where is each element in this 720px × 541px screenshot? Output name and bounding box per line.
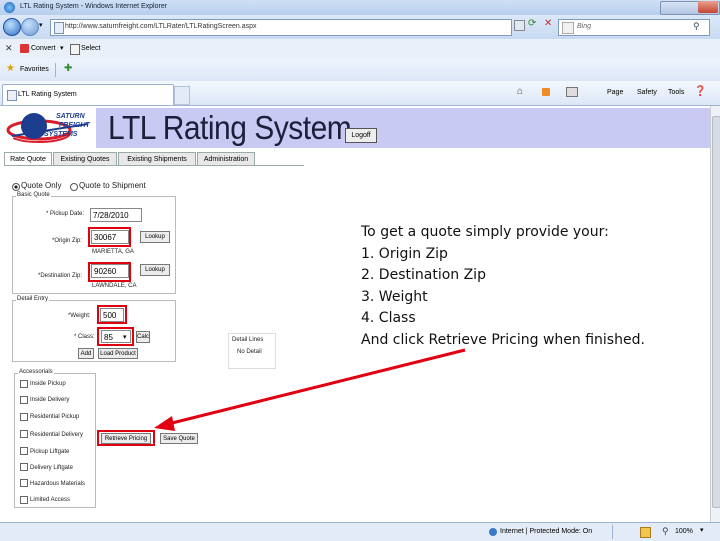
instruction-line: 4. Class xyxy=(361,310,416,326)
instruction-line: 2. Destination Zip xyxy=(361,267,486,283)
divider xyxy=(612,525,613,539)
zoom-icon[interactable]: ⚲ xyxy=(662,526,669,537)
globe-icon xyxy=(489,528,497,536)
instructions-block: To get a quote simply provide your: 1. O… xyxy=(361,222,645,351)
instruction-line: 1. Origin Zip xyxy=(361,245,448,262)
status-bar: Internet | Protected Mode: On ⚲ 100% ▾ xyxy=(0,522,720,541)
vertical-scrollbar[interactable] xyxy=(710,106,720,522)
chevron-down-icon[interactable]: ▾ xyxy=(700,526,704,534)
instruction-line: 3. Weight xyxy=(361,288,428,305)
protected-mode-icon xyxy=(640,527,651,538)
instruction-line: To get a quote simply provide your: xyxy=(361,224,609,240)
scrollbar-thumb[interactable] xyxy=(712,116,720,508)
zoom-level[interactable]: 100% xyxy=(675,528,693,535)
arrow-head xyxy=(154,416,175,431)
security-zone-text: Internet | Protected Mode: On xyxy=(500,528,593,535)
arrow-line xyxy=(167,348,466,426)
instruction-line: And click Retrieve Pricing when finished… xyxy=(361,331,645,348)
